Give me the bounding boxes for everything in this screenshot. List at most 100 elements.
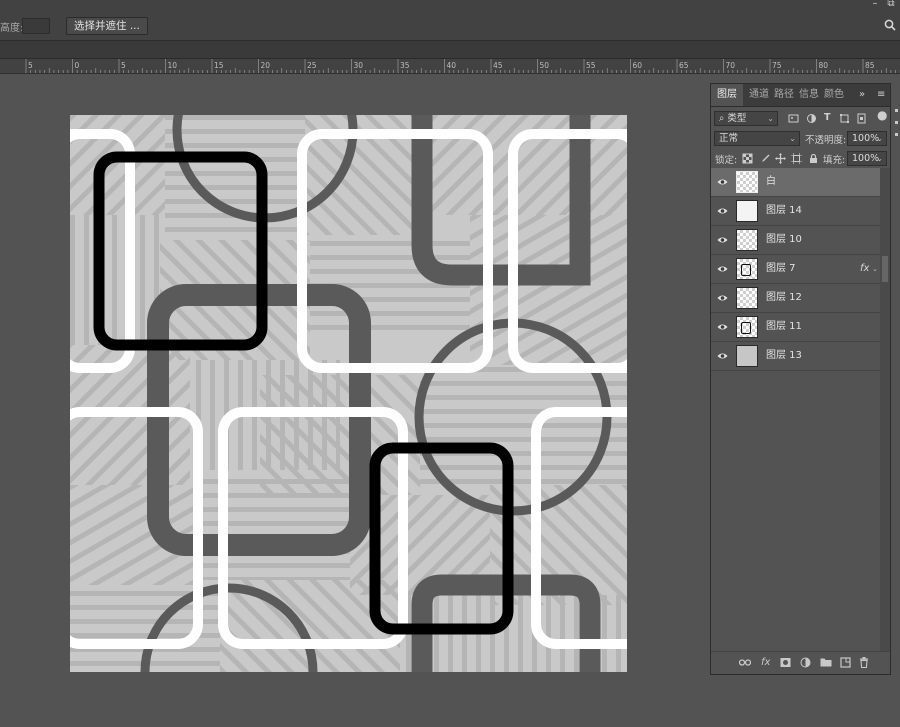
layer-row[interactable]: 白 — [711, 168, 880, 197]
blend-mode-value: 正常 — [719, 133, 739, 144]
eye-icon[interactable] — [717, 322, 728, 332]
layer-row[interactable]: 图层 12 — [711, 284, 880, 313]
adjustment-filter-icon[interactable] — [806, 113, 817, 124]
trash-icon[interactable] — [859, 657, 869, 668]
layer-name[interactable]: 图层 7 — [766, 255, 796, 283]
layer-thumbnail — [736, 171, 758, 193]
ruler-ticks: 5 0 5 10 15 20 25 30 35 40 45 50 55 60 65 70 75 80 85 — [25, 59, 900, 73]
ruler-label: 85 — [865, 61, 875, 70]
eye-icon[interactable] — [717, 293, 728, 303]
opacity-input[interactable]: 100% ⌄ — [847, 131, 887, 146]
pixel-filter-icon[interactable] — [788, 113, 799, 124]
fx-icon[interactable]: fx — [860, 255, 869, 283]
tab-paths[interactable]: 路径 — [774, 84, 794, 106]
layer-thumbnail — [736, 229, 758, 251]
type-filter-icon[interactable]: T — [824, 112, 830, 123]
fx-icon[interactable]: fx — [761, 656, 770, 670]
ruler-label: 30 — [354, 61, 364, 70]
right-tool-strip[interactable] — [893, 100, 900, 180]
link-icon[interactable] — [739, 658, 751, 667]
horizontal-ruler[interactable]: 5 0 5 10 15 20 25 30 35 40 45 50 55 60 65 70 75 80 85 — [0, 59, 900, 74]
adjustment-icon[interactable] — [800, 657, 811, 668]
chevron-down-icon: ⌄ — [767, 114, 774, 123]
panel-tabs: 图层 通道 路径 信息 颜色 » ≡ — [711, 84, 890, 107]
tab-channels[interactable]: 通道 — [749, 84, 769, 106]
filter-toggle-icon[interactable]: ● — [877, 108, 887, 122]
options-bar: 高度: 选择并遮住 ... — [0, 12, 900, 41]
layer-row[interactable]: 图层 7 fx ⌄ — [711, 255, 880, 284]
blend-mode-select[interactable]: 正常 ⌄ — [714, 131, 800, 146]
eye-icon[interactable] — [717, 235, 728, 245]
lock-all-icon[interactable] — [808, 153, 819, 164]
layer-name[interactable]: 图层 11 — [766, 313, 802, 341]
layer-name[interactable]: 白 — [766, 168, 776, 196]
ruler-label: 10 — [168, 61, 178, 70]
ruler-label: 60 — [633, 61, 643, 70]
fill-input[interactable]: 100% ⌄ — [847, 151, 887, 166]
ruler-label: 70 — [726, 61, 736, 70]
layer-row[interactable]: 图层 11 — [711, 313, 880, 342]
new-layer-icon[interactable] — [840, 657, 851, 668]
lock-position-icon[interactable] — [775, 153, 786, 164]
folder-icon[interactable] — [820, 657, 832, 667]
layer-row[interactable]: 图层 13 — [711, 342, 880, 371]
eye-icon[interactable] — [717, 177, 728, 187]
layers-scrollbar[interactable] — [880, 168, 890, 654]
opacity-label: 不透明度: — [805, 135, 847, 146]
ruler-label: 25 — [307, 61, 317, 70]
chevron-down-icon: ⌄ — [876, 154, 883, 163]
eye-icon[interactable] — [717, 351, 728, 361]
minimize-icon[interactable]: – — [868, 0, 882, 10]
tab-color[interactable]: 颜色 — [824, 84, 844, 106]
restore-icon[interactable]: ⧉ — [884, 0, 898, 10]
layers-panel: 图层 通道 路径 信息 颜色 » ≡ ⌕ 类型 ⌄ T ● 正常 ⌄ 不透明度:… — [710, 83, 891, 675]
filter-kind-select[interactable]: ⌕ 类型 ⌄ — [714, 111, 778, 126]
feather-label: 高度: — [0, 23, 24, 34]
layer-row[interactable]: 图层 14 — [711, 197, 880, 226]
ruler-label: 5 — [28, 61, 33, 70]
tab-layers[interactable]: 图层 — [711, 84, 743, 106]
layer-name[interactable]: 图层 12 — [766, 284, 802, 312]
layer-thumbnail — [736, 200, 758, 222]
tab-info[interactable]: 信息 — [799, 84, 819, 106]
expand-icon[interactable]: » — [859, 84, 865, 106]
document-tab-strip[interactable] — [0, 41, 900, 59]
layers-bottom-bar: fx — [711, 651, 890, 674]
filter-kind-value: 类型 — [727, 113, 747, 124]
fill-value: 100% — [852, 153, 880, 164]
eye-icon[interactable] — [717, 264, 728, 274]
layer-thumbnail — [736, 316, 758, 338]
ruler-label: 20 — [261, 61, 271, 70]
search-icon[interactable] — [884, 19, 896, 31]
opacity-value: 100% — [852, 133, 880, 144]
document-canvas[interactable] — [70, 115, 627, 672]
eye-icon[interactable] — [717, 206, 728, 216]
lock-artboard-icon[interactable] — [791, 153, 802, 164]
lock-transparent-pixels-icon[interactable] — [742, 153, 753, 164]
mask-icon[interactable] — [780, 657, 791, 668]
ruler-label: 5 — [121, 61, 126, 70]
layer-name[interactable]: 图层 14 — [766, 197, 802, 225]
chevron-down-icon[interactable]: ⌄ — [872, 255, 878, 283]
scrollbar-thumb[interactable] — [882, 256, 888, 282]
layer-thumbnail — [736, 345, 758, 367]
lock-image-pixels-icon[interactable] — [759, 153, 770, 164]
layer-name[interactable]: 图层 10 — [766, 226, 802, 254]
chevron-down-icon: ⌄ — [876, 134, 883, 143]
fill-label: 填充: — [823, 155, 846, 166]
layer-thumbnail — [736, 287, 758, 309]
layer-name[interactable]: 图层 13 — [766, 342, 802, 370]
title-bar: – ⧉ — [0, 0, 900, 12]
ruler-label: 80 — [819, 61, 829, 70]
ruler-label: 75 — [772, 61, 782, 70]
feather-input[interactable] — [22, 18, 50, 34]
ruler-label: 0 — [75, 61, 80, 70]
panel-menu-icon[interactable]: ≡ — [877, 84, 885, 106]
shape-filter-icon[interactable] — [839, 113, 850, 124]
select-and-mask-button[interactable]: 选择并遮住 ... — [66, 17, 148, 35]
chevron-down-icon: ⌄ — [789, 134, 796, 143]
layer-row[interactable]: 图层 10 — [711, 226, 880, 255]
smart-object-filter-icon[interactable] — [856, 113, 867, 124]
ruler-label: 35 — [400, 61, 410, 70]
lock-label: 锁定: — [715, 155, 738, 166]
